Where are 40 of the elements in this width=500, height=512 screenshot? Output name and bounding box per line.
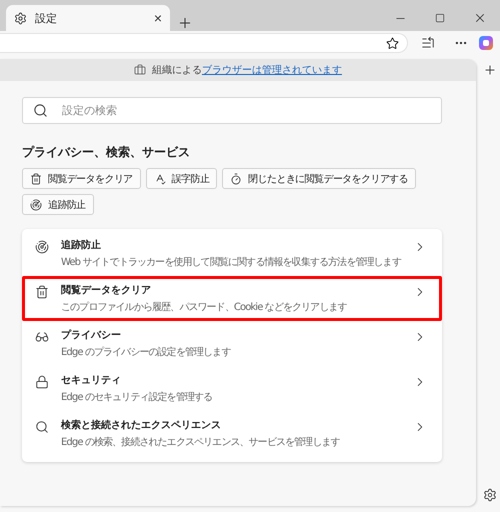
settings-row[interactable]: 追跡防止 Web サイトでトラッカーを使用して閲覧に関する情報を収集する方法を管理します xyxy=(22,231,442,276)
row-title: 閲覧データをクリア xyxy=(61,284,152,297)
briefcase-icon xyxy=(134,64,146,76)
row-icon xyxy=(35,330,49,344)
shortcut-chip[interactable]: 誤字防止 xyxy=(146,168,218,189)
settings-row[interactable]: 検索と接続されたエクスペリエンス Edge の検索、接続されたエクスペリエンス、サービスを管理します xyxy=(22,411,442,456)
row-icon xyxy=(35,285,49,299)
section-title: プライバシー、検索、サービス xyxy=(22,144,191,161)
settings-icon xyxy=(14,12,27,24)
row-description: Edge のプライバシーの設定を管理します xyxy=(61,346,232,359)
row-title: プライバシー xyxy=(61,328,122,342)
chip-icon xyxy=(230,172,242,184)
settings-row[interactable]: プライバシー Edge のプライバシーの設定を管理します xyxy=(22,321,442,366)
browser-tab[interactable]: 設定 × xyxy=(6,5,170,31)
row-icon xyxy=(35,240,49,254)
row-description: Edge の検索、接続されたエクスペリエンス、サービスを管理します xyxy=(61,436,341,449)
search-icon xyxy=(33,103,48,118)
tab-title: 設定 xyxy=(35,10,58,26)
shortcut-chip[interactable]: 閉じたときに閲覧データをクリアする xyxy=(222,168,416,189)
row-description: Edge のセキュリティ設定を管理する xyxy=(61,390,214,404)
chip-icon xyxy=(154,172,166,184)
star-icon xyxy=(386,36,399,50)
row-description: このプロファイルから履歴、パスワード、Cookie などをクリアします xyxy=(61,300,348,314)
row-title: 検索と接続されたエクスペリエンス xyxy=(61,418,222,432)
close-tab-button[interactable]: × xyxy=(154,10,162,26)
search-input[interactable]: 設定の検索 xyxy=(60,103,431,118)
shortcut-chip[interactable]: 閲覧データをクリア xyxy=(22,168,141,189)
row-icon xyxy=(35,420,49,434)
search-field[interactable]: 設定の検索 xyxy=(22,97,442,124)
chip-icon xyxy=(30,172,42,184)
row-title: セキュリティ xyxy=(61,374,122,387)
row-icon xyxy=(35,375,49,389)
row-description: Web サイトでトラッカーを使用して閲覧に関する情報を収集する方法を管理します xyxy=(61,256,401,269)
managed-link[interactable]: ブラウザーは管理されています xyxy=(202,65,342,76)
shortcut-chip[interactable]: 追跡防止 xyxy=(22,194,94,215)
managed-notice: 組織によるブラウザーは管理されています xyxy=(152,64,342,77)
row-title: 追跡防止 xyxy=(61,238,102,252)
highlighted-settings-row[interactable]: 閲覧データをクリア このプロファイルから履歴、パスワード、Cookie などをクリアします xyxy=(22,276,442,321)
settings-row[interactable]: セキュリティ Edge のセキュリティ設定を管理する xyxy=(22,366,442,411)
chip-icon xyxy=(30,198,42,210)
